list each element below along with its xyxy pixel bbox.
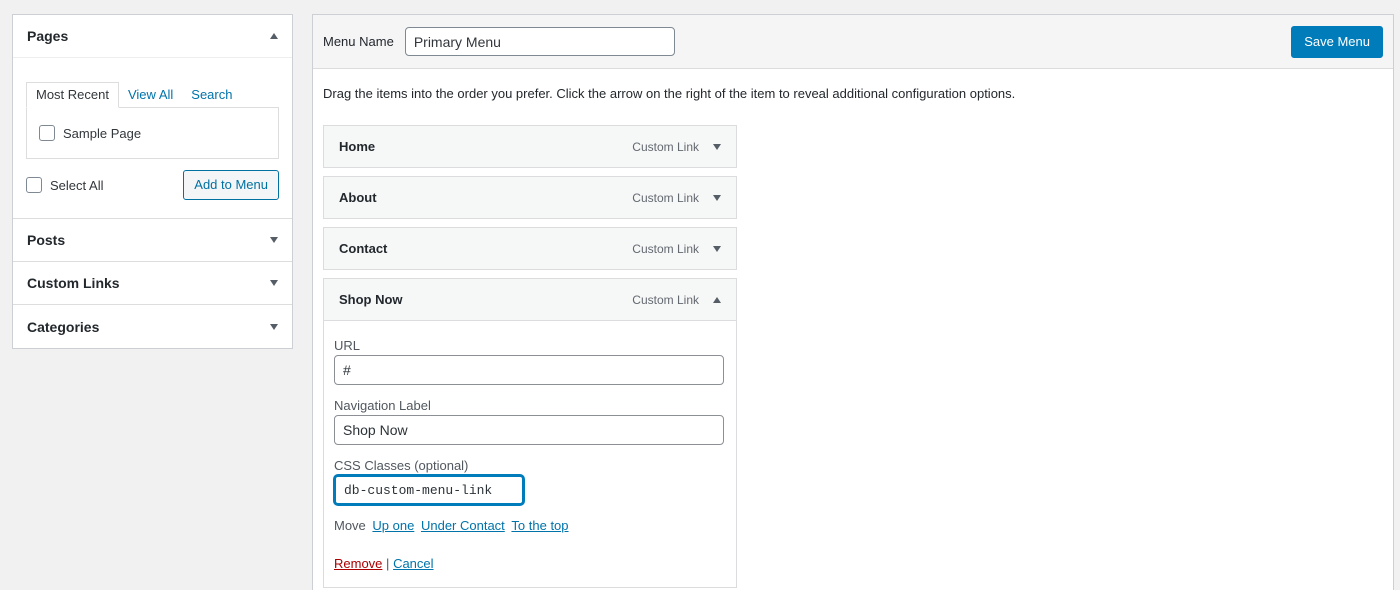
cancel-link[interactable]: Cancel bbox=[393, 556, 433, 571]
css-classes-input[interactable] bbox=[334, 475, 524, 505]
expand-arrow-icon[interactable] bbox=[713, 194, 721, 201]
select-all-checkbox[interactable] bbox=[26, 177, 42, 193]
tab-search[interactable]: Search bbox=[182, 83, 241, 107]
pages-section-header[interactable]: Pages bbox=[13, 15, 292, 58]
select-all-label: Select All bbox=[50, 177, 104, 193]
menu-item-title: Contact bbox=[339, 241, 388, 256]
menu-item-home[interactable]: Home Custom Link bbox=[323, 125, 737, 168]
custom-links-section-header[interactable]: Custom Links bbox=[13, 262, 292, 305]
pages-section-title: Pages bbox=[27, 28, 69, 44]
menu-name-input[interactable] bbox=[404, 27, 675, 56]
action-separator: | bbox=[386, 556, 390, 571]
tab-most-recent[interactable]: Most Recent bbox=[26, 82, 119, 108]
move-row: Move Up one Under Contact To the top bbox=[334, 518, 726, 533]
expand-arrow-icon[interactable] bbox=[270, 237, 278, 243]
url-input[interactable] bbox=[334, 355, 724, 385]
posts-section-header[interactable]: Posts bbox=[13, 219, 292, 262]
menu-item-type: Custom Link bbox=[632, 139, 699, 154]
categories-section-title: Categories bbox=[27, 318, 100, 335]
menu-name-label: Menu Name bbox=[323, 34, 394, 49]
menu-item-handle[interactable]: Contact Custom Link bbox=[324, 228, 736, 269]
menu-item-handle[interactable]: Home Custom Link bbox=[324, 126, 736, 167]
select-all-row[interactable]: Select All bbox=[26, 177, 103, 193]
sample-page-checkbox[interactable] bbox=[39, 125, 55, 141]
remove-link[interactable]: Remove bbox=[334, 556, 382, 571]
move-up-one-link[interactable]: Up one bbox=[372, 518, 414, 533]
menu-item-handle[interactable]: Shop Now Custom Link bbox=[324, 279, 736, 320]
menu-item-settings: URL Navigation Label CSS Classes (option… bbox=[324, 320, 736, 587]
expand-arrow-icon[interactable] bbox=[713, 245, 721, 252]
custom-links-section-title: Custom Links bbox=[27, 275, 120, 291]
expand-arrow-icon[interactable] bbox=[270, 323, 278, 330]
most-recent-panel: Sample Page bbox=[26, 107, 279, 159]
pages-actions: Select All Add to Menu bbox=[26, 170, 279, 200]
menu-structure-panel: Menu Name Save Menu Drag the items into … bbox=[312, 14, 1394, 590]
menu-item-title: About bbox=[339, 190, 377, 205]
menu-item-about[interactable]: About Custom Link bbox=[323, 176, 737, 219]
categories-section-header[interactable]: Categories bbox=[13, 305, 292, 348]
menu-item-type: Custom Link bbox=[632, 190, 699, 205]
menu-item-title: Home bbox=[339, 139, 376, 154]
collapse-arrow-icon[interactable] bbox=[270, 33, 278, 39]
menu-item-title: Shop Now bbox=[339, 292, 403, 307]
save-menu-button[interactable]: Save Menu bbox=[1291, 26, 1383, 58]
move-to-top-link[interactable]: To the top bbox=[511, 518, 568, 533]
item-actions: Remove | Cancel bbox=[334, 556, 726, 571]
pages-tabs: Most Recent View All Search bbox=[26, 82, 279, 108]
expand-arrow-icon[interactable] bbox=[270, 280, 278, 286]
add-menu-items-panel: Pages Most Recent View All Search Sample… bbox=[12, 14, 293, 349]
menu-item-contact[interactable]: Contact Custom Link bbox=[323, 227, 737, 270]
menu-header: Menu Name Save Menu bbox=[313, 15, 1393, 69]
expand-arrow-icon[interactable] bbox=[713, 143, 721, 150]
sample-page-label: Sample Page bbox=[63, 125, 142, 141]
url-label: URL bbox=[334, 338, 361, 353]
move-under-contact-link[interactable]: Under Contact bbox=[421, 518, 505, 533]
move-label: Move bbox=[334, 518, 366, 533]
css-classes-label: CSS Classes (optional) bbox=[334, 458, 469, 473]
collapse-arrow-icon[interactable] bbox=[713, 296, 721, 303]
add-to-menu-button[interactable]: Add to Menu bbox=[183, 170, 279, 200]
menu-instructions: Drag the items into the order you prefer… bbox=[323, 86, 1016, 101]
navigation-label-label: Navigation Label bbox=[334, 398, 431, 413]
menu-item-type: Custom Link bbox=[632, 241, 699, 256]
menu-item-type: Custom Link bbox=[632, 292, 699, 307]
navigation-label-input[interactable] bbox=[334, 415, 724, 445]
menu-item-shop-now[interactable]: Shop Now Custom Link URL Navigation Labe… bbox=[323, 278, 737, 588]
posts-section-title: Posts bbox=[27, 232, 66, 248]
pages-section-body: Most Recent View All Search Sample Page … bbox=[13, 58, 292, 219]
page-checkbox-row[interactable]: Sample Page bbox=[39, 125, 266, 141]
menu-item-handle[interactable]: About Custom Link bbox=[324, 177, 736, 218]
tab-view-all[interactable]: View All bbox=[119, 83, 182, 107]
